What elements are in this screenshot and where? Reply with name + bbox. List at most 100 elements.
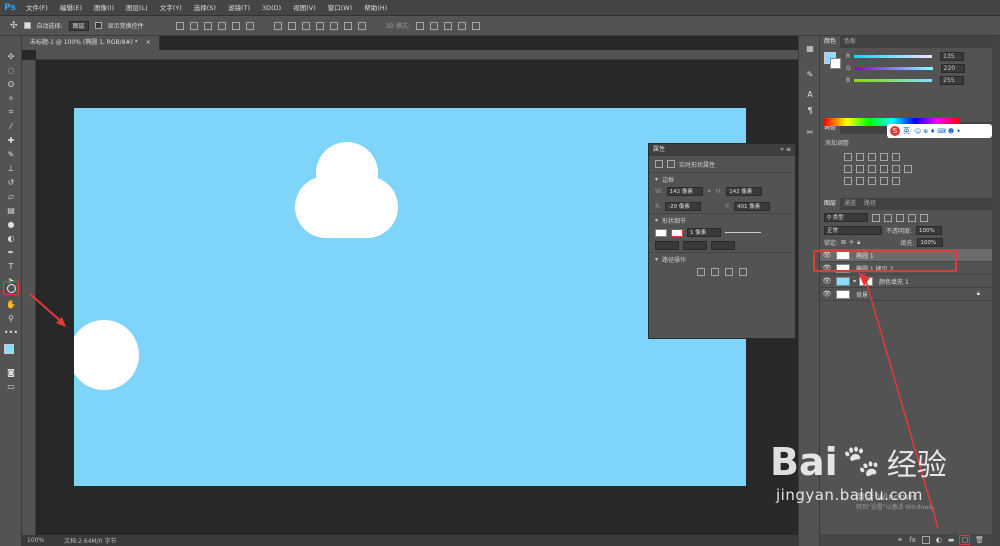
gradient-tool-icon[interactable]: ▤ bbox=[4, 204, 18, 216]
filter-shape-icon[interactable] bbox=[908, 213, 916, 222]
menu-layer[interactable]: 图层(L) bbox=[120, 0, 154, 16]
lock-position-icon[interactable]: ✛ bbox=[849, 239, 854, 246]
posterize-icon[interactable] bbox=[856, 177, 864, 185]
layer-filter-dropdown[interactable]: ⚲ 类型 bbox=[824, 213, 868, 222]
tab-color[interactable]: 颜色 bbox=[820, 36, 841, 48]
menu-window[interactable]: 窗口(W) bbox=[322, 0, 359, 16]
threshold-icon[interactable] bbox=[868, 177, 876, 185]
move-tool-icon[interactable]: ✣ bbox=[10, 21, 18, 31]
clone-stamp-icon[interactable]: ⊥ bbox=[4, 162, 18, 174]
sogou-ime-bar[interactable]: S 英 ·☺ ⊕ ♦ ⌨ ☻ ✦ bbox=[887, 124, 992, 138]
marquee-tool-icon[interactable]: ◌ bbox=[4, 64, 18, 76]
menu-file[interactable]: 文件(F) bbox=[20, 0, 54, 16]
section-toggle-icon[interactable]: ▾ bbox=[655, 217, 658, 224]
brightness-icon[interactable] bbox=[844, 153, 852, 161]
g-slider[interactable] bbox=[854, 66, 933, 70]
more-tools-icon[interactable]: ••• bbox=[4, 326, 18, 338]
show-transform-checkbox[interactable] bbox=[94, 22, 102, 29]
filter-adjust-icon[interactable] bbox=[884, 213, 892, 222]
quick-mask-icon[interactable]: ◙ bbox=[4, 366, 18, 378]
visibility-eye-icon[interactable]: 👁︎ bbox=[820, 290, 834, 298]
r-slider[interactable] bbox=[854, 54, 933, 58]
properties-header[interactable]: 属性 » ≡ bbox=[649, 144, 795, 156]
close-tab-icon[interactable]: × bbox=[146, 39, 151, 46]
zoom-level[interactable]: 100% bbox=[27, 537, 44, 544]
b-slider[interactable] bbox=[854, 78, 933, 82]
distribute-right-icon[interactable] bbox=[343, 21, 352, 30]
align-center-icon[interactable] bbox=[231, 21, 240, 30]
lock-all-icon[interactable]: 🔒︎ bbox=[857, 239, 860, 247]
align-bottom-icon[interactable] bbox=[203, 21, 212, 30]
distribute-bottom-icon[interactable] bbox=[301, 21, 310, 30]
ellipse-tool-highlight[interactable] bbox=[3, 281, 19, 295]
gradient-map-icon[interactable] bbox=[880, 177, 888, 185]
roll-3d-icon[interactable] bbox=[429, 21, 438, 30]
align-middle-icon[interactable] bbox=[189, 21, 198, 30]
brush-panel-icon[interactable]: ✎ bbox=[803, 68, 817, 80]
document-canvas[interactable] bbox=[74, 108, 746, 486]
crop-tool-icon[interactable]: ⌗ bbox=[4, 106, 18, 118]
y-input[interactable]: 401 像素 bbox=[734, 202, 771, 211]
intersect-shapes-icon[interactable] bbox=[725, 267, 733, 276]
tool-presets-icon[interactable]: ✂ bbox=[803, 126, 817, 138]
ruler-horizontal[interactable] bbox=[36, 50, 798, 60]
menu-filter[interactable]: 滤镜(T) bbox=[222, 0, 256, 16]
menu-3d[interactable]: 3D(D) bbox=[256, 0, 287, 16]
align-left-icon[interactable] bbox=[217, 21, 226, 30]
color-balance-icon[interactable] bbox=[856, 165, 864, 173]
selective-color-icon[interactable] bbox=[892, 177, 900, 185]
g-value[interactable]: 220 bbox=[940, 63, 965, 73]
paragraph-panel-icon[interactable]: ¶ bbox=[803, 104, 817, 116]
healing-brush-icon[interactable]: ✚ bbox=[4, 134, 18, 146]
color-lookup-icon[interactable] bbox=[904, 165, 912, 173]
section-toggle-icon[interactable]: ▾ bbox=[655, 256, 658, 263]
eyedropper-icon[interactable]: ⁄ bbox=[4, 120, 18, 132]
stroke-width-input[interactable]: 1 像素 bbox=[687, 228, 721, 237]
character-panel-icon[interactable]: A bbox=[803, 88, 817, 100]
stroke-caps-dropdown[interactable] bbox=[683, 241, 707, 250]
stroke-color-swatch[interactable] bbox=[671, 228, 683, 237]
eraser-tool-icon[interactable]: ▱ bbox=[4, 190, 18, 202]
tab-channels[interactable]: 通道 bbox=[840, 198, 860, 210]
filter-pixel-icon[interactable] bbox=[872, 213, 880, 222]
curves-icon[interactable] bbox=[868, 153, 876, 161]
mask-properties-icon[interactable] bbox=[667, 160, 675, 168]
fill-input[interactable]: 100% bbox=[917, 238, 944, 247]
menu-type[interactable]: 文字(Y) bbox=[154, 0, 188, 16]
distribute-left-icon[interactable] bbox=[315, 21, 324, 30]
distribute-middle-icon[interactable] bbox=[287, 21, 296, 30]
lasso-tool-icon[interactable]: ʘ bbox=[4, 78, 18, 90]
align-top-icon[interactable] bbox=[175, 21, 184, 30]
section-toggle-icon[interactable]: ▾ bbox=[655, 176, 658, 183]
distribute-top-icon[interactable] bbox=[273, 21, 282, 30]
visibility-eye-icon[interactable]: 👁︎ bbox=[820, 277, 834, 285]
slide-3d-icon[interactable] bbox=[457, 21, 466, 30]
channel-mixer-icon[interactable] bbox=[892, 165, 900, 173]
combine-shapes-icon[interactable] bbox=[697, 267, 705, 276]
document-tab[interactable]: 未标题-1 @ 100% (椭圆 1, RGB/8#) * × bbox=[22, 36, 160, 50]
opacity-input[interactable]: 100% bbox=[916, 226, 943, 235]
history-brush-icon[interactable]: ↺ bbox=[4, 176, 18, 188]
tab-paths[interactable]: 路径 bbox=[860, 198, 880, 210]
auto-select-dropdown[interactable]: 图层 bbox=[68, 20, 89, 31]
stroke-corners-dropdown[interactable] bbox=[711, 241, 735, 250]
menu-select[interactable]: 选择(S) bbox=[188, 0, 222, 16]
height-input[interactable]: 142 像素 bbox=[726, 187, 763, 196]
drag-3d-icon[interactable] bbox=[443, 21, 452, 30]
auto-align-icon[interactable] bbox=[357, 21, 366, 30]
blend-mode-dropdown[interactable]: 正常 bbox=[824, 226, 882, 235]
dodge-tool-icon[interactable]: ◐ bbox=[4, 232, 18, 244]
fill-color-swatch[interactable] bbox=[655, 228, 667, 237]
hue-saturation-icon[interactable] bbox=[844, 165, 852, 173]
history-panel-icon[interactable]: ▦ bbox=[803, 42, 817, 54]
menu-help[interactable]: 帮助(H) bbox=[358, 0, 393, 16]
exclude-shapes-icon[interactable] bbox=[739, 267, 747, 276]
width-input[interactable]: 142 像素 bbox=[666, 187, 703, 196]
tab-layers[interactable]: 图层 bbox=[820, 198, 841, 210]
zoom-tool-icon[interactable]: ⚲ bbox=[4, 312, 18, 324]
x-input[interactable]: -20 像素 bbox=[665, 202, 702, 211]
distribute-center-icon[interactable] bbox=[329, 21, 338, 30]
panel-collapse-icon[interactable]: » ≡ bbox=[780, 144, 791, 156]
stroke-align-dropdown[interactable] bbox=[655, 241, 679, 250]
levels-icon[interactable] bbox=[856, 153, 864, 161]
